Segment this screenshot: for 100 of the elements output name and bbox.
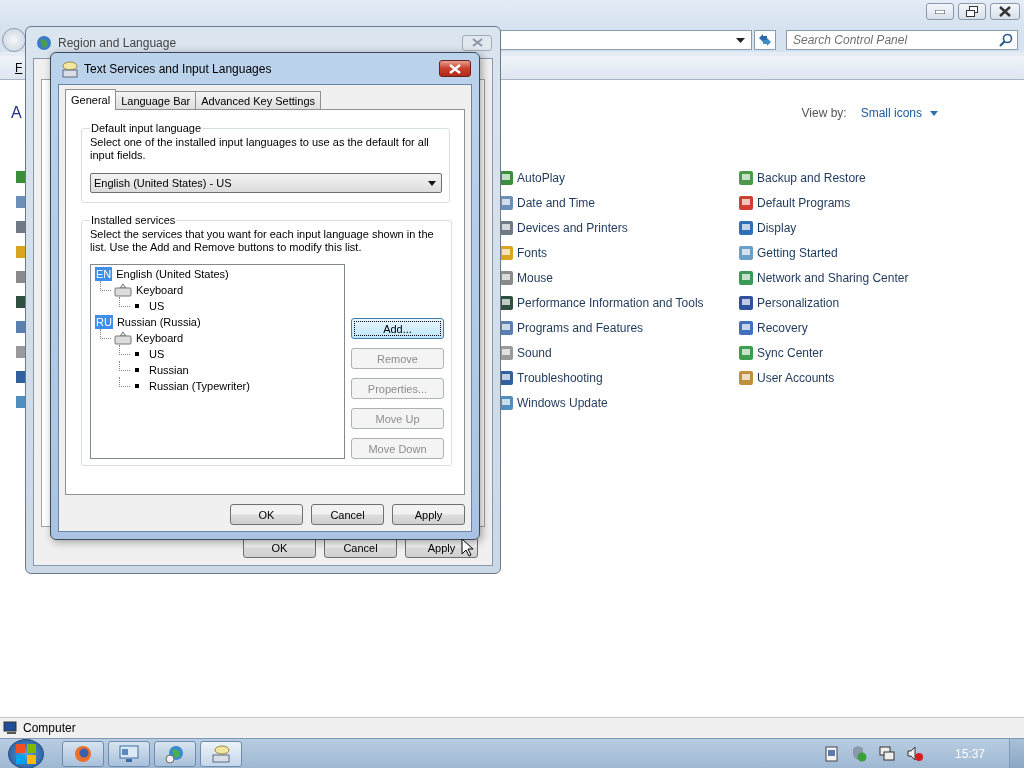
applet-icon [738, 269, 754, 286]
dropdown-icon [736, 37, 745, 43]
applet-icon [738, 169, 754, 186]
control-panel-link[interactable]: Mouse [517, 270, 554, 285]
tree-item[interactable]: US [149, 348, 165, 360]
dialog-button[interactable]: Apply [392, 504, 465, 525]
tree-item[interactable]: US [149, 300, 165, 312]
language-code: RU [95, 315, 113, 329]
tree-item[interactable]: English (United States) [116, 268, 229, 280]
description-text: Select the services that you want for each input language shown in the list. Use the Add and Remove buttons to modify this list. [90, 228, 435, 254]
tree-item[interactable]: Keyboard [136, 284, 184, 296]
tab[interactable]: Advanced Key Settings [195, 91, 321, 109]
network-icon [878, 745, 895, 762]
control-panel-link[interactable]: Performance Information and Tools [517, 295, 704, 310]
applet-icon [16, 320, 25, 334]
tree-item[interactable]: Russian (Russia) [116, 316, 201, 328]
control-panel-link[interactable]: Sound [517, 345, 552, 360]
search-icon [999, 33, 1013, 47]
applet-icon [16, 245, 25, 259]
tree-item[interactable]: Keyboard [136, 332, 184, 344]
applet-icon [738, 194, 754, 211]
control-panel-link[interactable]: User Accounts [757, 370, 835, 385]
window-title: Text Services and Input Languages [84, 61, 272, 76]
close-button[interactable] [990, 3, 1020, 20]
control-panel-link[interactable]: Troubleshooting [517, 370, 603, 385]
window-title: Region and Language [58, 35, 177, 50]
close-button[interactable] [439, 60, 471, 77]
control-panel-link[interactable]: Fonts [517, 245, 547, 260]
taskbar-button[interactable] [62, 740, 104, 767]
bullet-icon [135, 384, 139, 388]
start-button[interactable] [8, 738, 44, 768]
control-panel-link[interactable]: Programs and Features [517, 320, 644, 335]
close-icon [999, 6, 1011, 17]
applet-icon [16, 195, 25, 209]
applet-icon [738, 244, 754, 261]
close-icon [449, 63, 461, 74]
control-panel-link[interactable]: Default Programs [757, 195, 851, 210]
page-heading: A [11, 104, 22, 122]
dialog-button[interactable]: Cancel [311, 504, 384, 525]
control-panel-link[interactable]: Display [757, 220, 797, 235]
keyboard-icon [211, 743, 231, 764]
clock: 15:37 [954, 746, 985, 761]
control-panel-link[interactable]: Date and Time [517, 195, 596, 210]
applet-icon [16, 170, 25, 184]
applet-icon [738, 219, 754, 236]
view-by-link[interactable]: Small icons [860, 106, 922, 120]
keyboard-icon [114, 283, 132, 297]
applet-icon [738, 369, 754, 386]
control-panel-link[interactable]: Personalization [757, 295, 840, 310]
windows-logo [15, 742, 37, 765]
back-button[interactable] [2, 28, 26, 52]
tab[interactable]: General [65, 89, 117, 110]
bullet-icon [135, 304, 139, 308]
tree-item[interactable]: Russian (Typewriter) [149, 380, 250, 392]
taskbar-button[interactable] [154, 740, 196, 767]
bullet-icon [135, 352, 139, 356]
control-panel-link[interactable]: Getting Started [757, 245, 838, 260]
menu-item[interactable]: F [15, 60, 23, 75]
group-label: Installed services [90, 214, 177, 226]
dropdown-icon [428, 180, 436, 186]
language-dropdown[interactable]: English (United States) - US [90, 173, 442, 193]
control-panel-link[interactable]: AutoPlay [517, 170, 566, 185]
shield-icon [850, 745, 867, 762]
close-icon [471, 38, 483, 47]
restore-button[interactable] [958, 3, 986, 20]
refresh-icon [757, 33, 773, 47]
control-panel-link[interactable]: Backup and Restore [757, 170, 866, 185]
dialog-button[interactable]: OK [230, 504, 303, 525]
keyboard-icon [114, 331, 132, 345]
service-button[interactable]: Add... [351, 318, 444, 339]
window-icon [119, 744, 139, 763]
mouse-pointer-icon [461, 538, 473, 557]
keyboard-icon [61, 59, 79, 78]
taskbar-button[interactable] [108, 740, 150, 767]
applet-icon [16, 345, 25, 359]
applet-icon [738, 294, 754, 311]
bullet-icon [135, 368, 139, 372]
tab[interactable]: Language Bar [115, 91, 197, 109]
language-code: EN [95, 267, 113, 281]
applet-icon [16, 295, 25, 309]
control-panel-link[interactable]: Devices and Printers [517, 220, 628, 235]
minimize-icon [935, 9, 945, 14]
muted-speaker-icon [906, 745, 923, 762]
group-label: Default input language [90, 122, 203, 134]
status-text: Computer [23, 721, 76, 735]
control-panel-link[interactable]: Recovery [757, 320, 808, 335]
description-text: Select one of the installed input languages to use as the default for all input fields. [90, 136, 430, 162]
control-panel-link[interactable]: Network and Sharing Center [757, 270, 909, 285]
restore-icon [966, 6, 978, 17]
control-panel-link[interactable]: Sync Center [757, 345, 824, 360]
control-panel-link[interactable]: Windows Update [517, 395, 608, 410]
computer-icon [3, 721, 19, 735]
refresh-button[interactable] [754, 30, 776, 50]
search-field[interactable]: Search Control Panel [786, 30, 1018, 50]
applet-icon [16, 395, 25, 409]
tree-item[interactable]: Russian [149, 364, 189, 376]
document-icon [824, 745, 839, 762]
applet-icon [738, 344, 754, 361]
taskbar-button[interactable] [200, 740, 242, 767]
view-by-label: View by: [801, 106, 847, 120]
